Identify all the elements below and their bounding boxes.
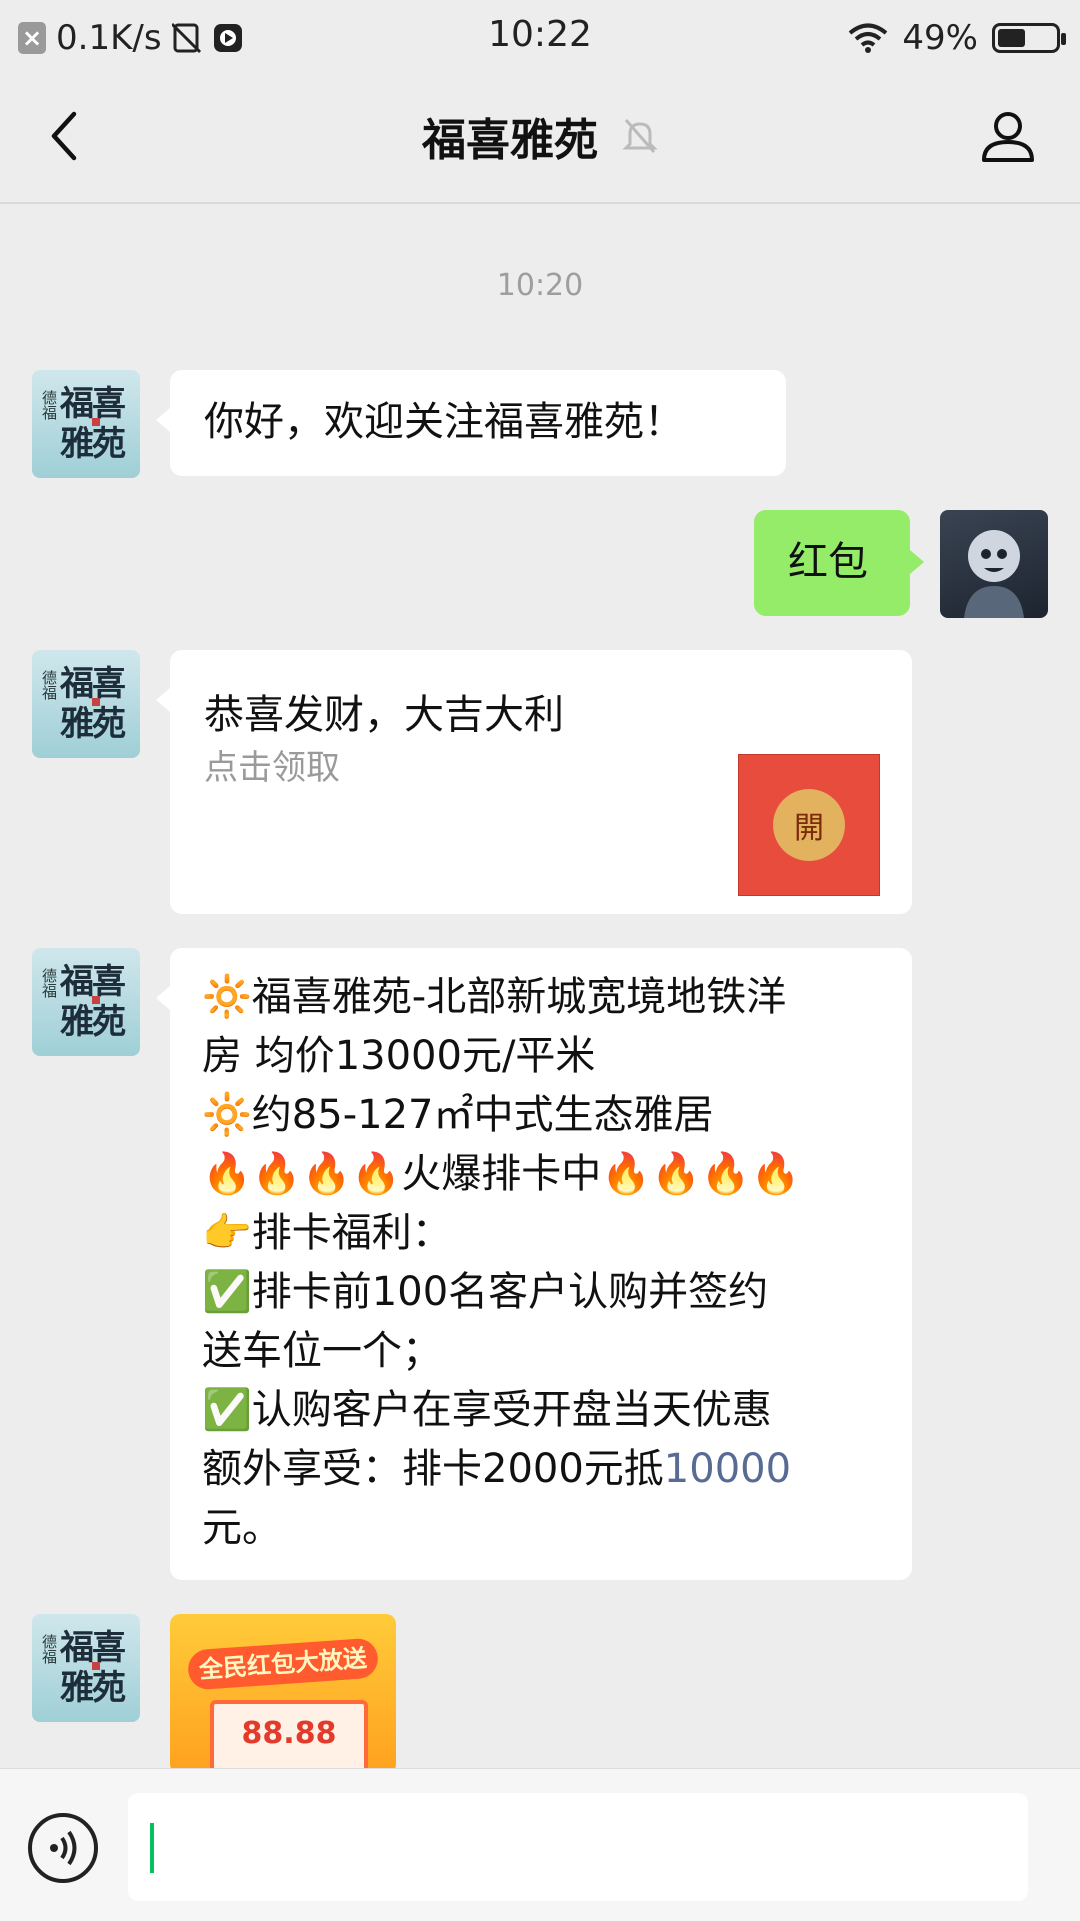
message-input[interactable] <box>128 1793 1028 1901</box>
official-avatar[interactable]: 德福 福喜雅苑 <box>32 948 140 1056</box>
avatar-seal <box>92 1662 100 1670</box>
battery-percent: 49% <box>902 18 978 58</box>
message-bubble-mine[interactable]: 红包 <box>754 510 924 616</box>
avatar-seal <box>92 698 100 706</box>
promo-line: 元。 <box>202 1505 282 1551</box>
input-bar <box>0 1768 1080 1921</box>
red-packet-title: 恭喜发财，大吉大利 <box>204 692 564 738</box>
avatar-side-text: 德福 <box>40 968 58 998</box>
official-avatar[interactable]: 德福 福喜雅苑 <box>32 370 140 478</box>
promo-message[interactable]: 🔆福喜雅苑-北部新城宽境地铁洋 房 均价13000元/平米 🔆约85-127㎡中… <box>156 948 912 1580</box>
image-caption: 全民红包大放送 <box>186 1637 380 1691</box>
avatar-side-text: 德福 <box>40 670 58 700</box>
message-text: 红包 <box>788 539 868 585</box>
wifi-icon <box>849 23 888 53</box>
chat-header: 福喜雅苑 <box>0 76 1080 204</box>
battery-level <box>998 29 1026 47</box>
promo-line-with-link: 额外享受：排卡2000元抵10000 <box>202 1440 882 1499</box>
official-avatar[interactable]: 德福 福喜雅苑 <box>32 650 140 758</box>
status-right: 49% <box>848 14 1066 62</box>
avatar-side-text: 德福 <box>40 390 58 420</box>
image-amount: 88.88 <box>241 1716 337 1751</box>
person-icon[interactable] <box>978 106 1038 166</box>
official-avatar[interactable]: 德福 福喜雅苑 <box>32 1614 140 1722</box>
mute-bell-icon <box>622 119 658 153</box>
promo-line: 🔆福喜雅苑-北部新城宽境地铁洋 <box>202 974 787 1020</box>
promo-line-text: 额外享受：排卡2000元抵 <box>202 1446 664 1492</box>
message-bubble-welcome[interactable]: 你好，欢迎关注福喜雅苑！ <box>156 370 786 476</box>
promo-line: 👉排卡福利： <box>202 1210 452 1256</box>
promo-line: ✅排卡前100名客户认购并签约 <box>202 1269 769 1315</box>
promo-line: 房 均价13000元/平米 <box>202 1033 596 1079</box>
avatar-seal <box>92 996 100 1004</box>
avatar-seal <box>92 418 100 426</box>
voice-waves <box>50 1830 77 1866</box>
my-avatar[interactable] <box>940 510 1048 618</box>
promo-line: 🔥🔥🔥🔥火爆排卡中🔥🔥🔥🔥 <box>202 1151 801 1197</box>
red-packet-card[interactable]: 恭喜发财，大吉大利 点击领取 開 <box>156 650 912 914</box>
red-envelope[interactable]: 開 <box>738 754 880 896</box>
red-packet-claim-link[interactable]: 点击领取 <box>204 740 340 789</box>
avatar-side-text: 德福 <box>40 1634 58 1664</box>
promo-image[interactable]: 全民红包大放送 88.88 <box>170 1614 396 1774</box>
voice-icon[interactable] <box>28 1813 98 1883</box>
promo-line: ✅认购客户在享受开盘当天优惠 <box>202 1387 772 1433</box>
avatar-figure <box>964 530 1024 618</box>
number-link[interactable]: 10000 <box>664 1446 791 1492</box>
title-group: 福喜雅苑 <box>0 104 1080 168</box>
promo-line: 送车位一个； <box>202 1328 442 1374</box>
open-envelope-button[interactable]: 開 <box>773 789 845 861</box>
image-amount-box: 88.88 <box>210 1700 368 1774</box>
page-title: 福喜雅苑 <box>422 115 598 166</box>
text-caret <box>150 1823 154 1873</box>
status-bar: × 0.1K/s 10:22 49% <box>0 0 1080 76</box>
battery-icon <box>992 23 1066 53</box>
chat-timestamp: 10:20 <box>496 268 584 303</box>
promo-line: 🔆约85-127㎡中式生态雅居 <box>202 1092 714 1138</box>
message-text: 你好，欢迎关注福喜雅苑！ <box>204 399 684 445</box>
